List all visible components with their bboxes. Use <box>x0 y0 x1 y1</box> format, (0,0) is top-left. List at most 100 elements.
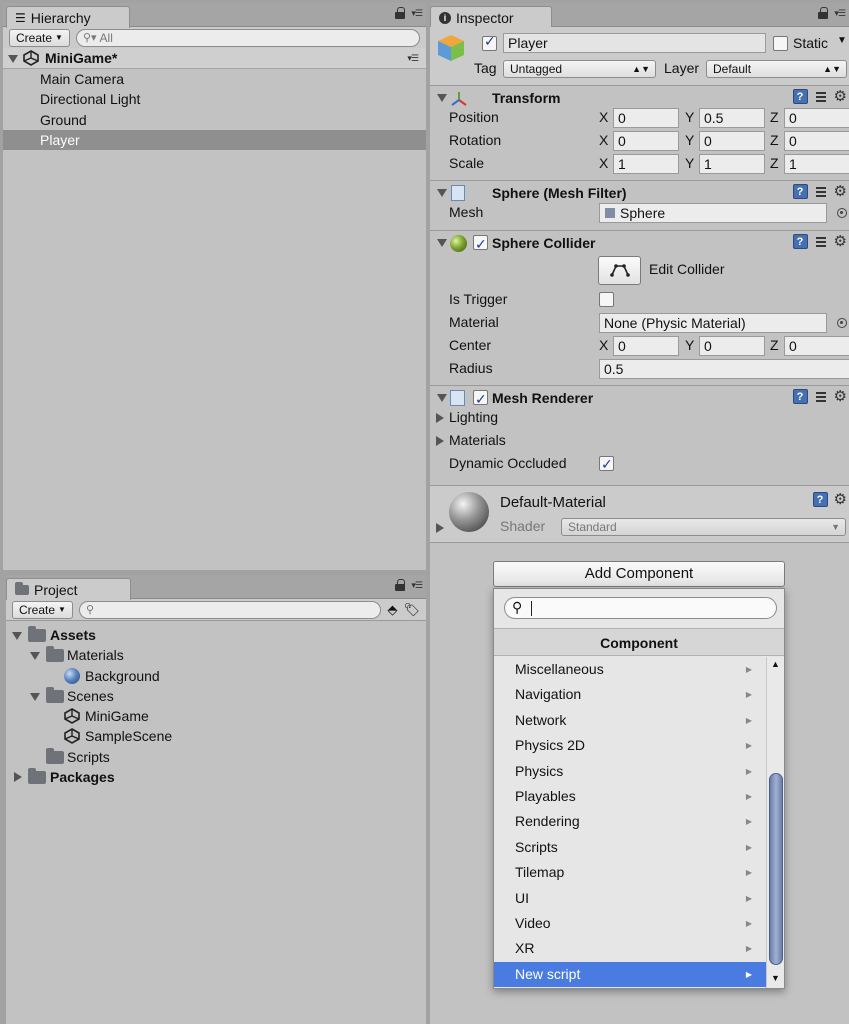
expand-arrow-icon[interactable] <box>437 94 447 102</box>
position-z-field[interactable]: 0 <box>784 108 849 128</box>
hierarchy-item-main-camera[interactable]: Main Camera <box>3 69 426 89</box>
mesh-object-field[interactable]: Sphere <box>599 203 827 223</box>
collider-material-field[interactable]: None (Physic Material) <box>599 313 827 333</box>
project-folder-scenes[interactable]: Scenes <box>6 686 426 706</box>
panel-menu-icon[interactable]: ▾☰ <box>834 8 846 19</box>
hierarchy-item-player[interactable]: Player <box>3 129 426 151</box>
collapse-arrow-icon[interactable] <box>436 523 444 533</box>
component-item-tilemap[interactable]: Tilemap ▶ <box>494 860 766 885</box>
project-search-input[interactable]: ⚲ <box>78 600 382 619</box>
project-create-button[interactable]: Create ▼ <box>12 600 73 619</box>
expand-arrow-icon[interactable] <box>437 239 447 247</box>
component-item-xr[interactable]: XR ▶ <box>494 936 766 961</box>
component-list-scrollbar[interactable]: ▲ ▼ <box>766 657 784 988</box>
scale-x-field[interactable]: 1 <box>613 154 679 174</box>
help-icon[interactable]: ? <box>792 389 808 404</box>
gear-icon[interactable]: ⚙ <box>834 89 847 104</box>
component-search-input[interactable]: ⚲ <box>504 597 777 619</box>
component-item-network[interactable]: Network ▶ <box>494 708 766 733</box>
scale-z-field[interactable]: 1 <box>784 154 849 174</box>
gear-icon[interactable]: ⚙ <box>834 492 847 507</box>
object-name-field[interactable]: Player <box>503 33 766 53</box>
shader-dropdown[interactable]: Standard ▼ <box>561 518 846 536</box>
layer-dropdown[interactable]: Default ▲▼ <box>706 60 847 78</box>
expand-arrow-icon[interactable] <box>8 55 18 63</box>
sphere-collider-header[interactable]: Sphere Collider ? ⚙ <box>430 230 849 256</box>
edit-collider-button[interactable] <box>598 256 641 285</box>
project-folder-scripts[interactable]: Scripts <box>6 747 426 767</box>
hierarchy-create-button[interactable]: Create ▼ <box>9 28 70 47</box>
lock-icon[interactable] <box>395 579 406 591</box>
component-item-physics[interactable]: Physics ▶ <box>494 759 766 784</box>
materials-foldout[interactable]: Materials <box>430 429 849 452</box>
project-folder-packages[interactable]: Packages <box>6 767 426 787</box>
gear-icon[interactable]: ⚙ <box>834 184 847 199</box>
lighting-foldout[interactable]: Lighting <box>430 406 849 429</box>
rotation-x-field[interactable]: 0 <box>613 131 679 151</box>
component-item-scripts[interactable]: Scripts ▶ <box>494 835 766 860</box>
help-icon[interactable]: ? <box>792 89 808 104</box>
filter-by-type-icon[interactable]: ⬘ <box>387 602 397 618</box>
position-x-field[interactable]: 0 <box>613 108 679 128</box>
rotation-z-field[interactable]: 0 <box>784 131 849 151</box>
tag-dropdown[interactable]: Untagged ▲▼ <box>503 60 656 78</box>
mesh-renderer-enabled-checkbox[interactable] <box>473 387 488 411</box>
scrollbar-thumb[interactable] <box>769 773 783 965</box>
component-item-new-script[interactable]: New script ▶ <box>494 961 766 988</box>
collapse-arrow-icon[interactable] <box>436 436 444 446</box>
tab-inspector[interactable]: i Inspector <box>430 6 552 28</box>
project-folder-assets[interactable]: Assets <box>6 625 426 645</box>
dynamic-occluded-checkbox[interactable] <box>599 453 614 476</box>
project-asset-background[interactable]: Background <box>6 666 426 686</box>
center-x-field[interactable]: 0 <box>613 336 679 356</box>
center-z-field[interactable]: 0 <box>784 336 849 356</box>
scroll-up-arrow-icon[interactable]: ▲ <box>771 659 780 669</box>
component-item-navigation[interactable]: Navigation ▶ <box>494 682 766 707</box>
component-item-physics-2d[interactable]: Physics 2D ▶ <box>494 733 766 758</box>
panel-menu-icon[interactable]: ▾☰ <box>411 8 423 19</box>
collapse-arrow-icon[interactable] <box>14 772 22 783</box>
radius-field[interactable]: 0.5 <box>599 359 849 379</box>
static-checkbox[interactable] <box>773 36 788 51</box>
help-icon[interactable]: ? <box>792 184 808 199</box>
help-icon[interactable]: ? <box>812 492 828 507</box>
expand-arrow-icon[interactable] <box>30 692 40 701</box>
expand-arrow-icon[interactable] <box>12 632 22 640</box>
gear-icon[interactable]: ⚙ <box>834 389 847 404</box>
expand-arrow-icon[interactable] <box>437 394 447 402</box>
collapse-arrow-icon[interactable] <box>436 413 444 423</box>
component-item-ui[interactable]: UI ▶ <box>494 886 766 911</box>
add-component-button[interactable]: Add Component <box>493 561 785 587</box>
object-active-checkbox[interactable] <box>482 33 497 51</box>
hierarchy-item-ground[interactable]: Ground <box>3 110 426 130</box>
component-item-playables[interactable]: Playables ▶ <box>494 784 766 809</box>
preset-icon[interactable] <box>814 235 828 249</box>
sphere-collider-enabled-checkbox[interactable] <box>473 232 488 256</box>
object-picker-icon[interactable] <box>837 318 847 328</box>
preset-icon[interactable] <box>814 185 828 199</box>
panel-menu-icon[interactable]: ▾☰ <box>411 580 423 591</box>
scroll-down-arrow-icon[interactable]: ▼ <box>771 973 780 983</box>
scale-y-field[interactable]: 1 <box>699 154 765 174</box>
preset-icon[interactable] <box>814 390 828 404</box>
project-folder-materials[interactable]: Materials <box>6 645 426 665</box>
project-asset-minigame[interactable]: MiniGame <box>6 706 426 726</box>
lock-icon[interactable] <box>818 7 829 19</box>
gear-icon[interactable]: ⚙ <box>834 234 847 249</box>
static-dropdown-icon[interactable]: ▼ <box>837 35 847 46</box>
project-asset-samplescene[interactable]: SampleScene <box>6 726 426 746</box>
position-y-field[interactable]: 0.5 <box>699 108 765 128</box>
component-item-video[interactable]: Video ▶ <box>494 911 766 936</box>
hierarchy-item-directional-light[interactable]: Directional Light <box>3 89 426 109</box>
expand-arrow-icon[interactable] <box>30 652 40 661</box>
component-item-miscellaneous[interactable]: Miscellaneous ▶ <box>494 657 766 682</box>
center-y-field[interactable]: 0 <box>699 336 765 356</box>
tab-hierarchy[interactable]: ☰ Hierarchy <box>6 6 130 28</box>
hierarchy-search-input[interactable]: ⚲▾ All <box>75 28 420 47</box>
expand-arrow-icon[interactable] <box>437 189 447 197</box>
scene-row[interactable]: MiniGame* ▾☰ <box>3 48 426 69</box>
scene-menu-icon[interactable]: ▾☰ <box>407 48 419 68</box>
lock-icon[interactable] <box>395 7 406 19</box>
rotation-y-field[interactable]: 0 <box>699 131 765 151</box>
tab-project[interactable]: Project <box>6 578 131 600</box>
